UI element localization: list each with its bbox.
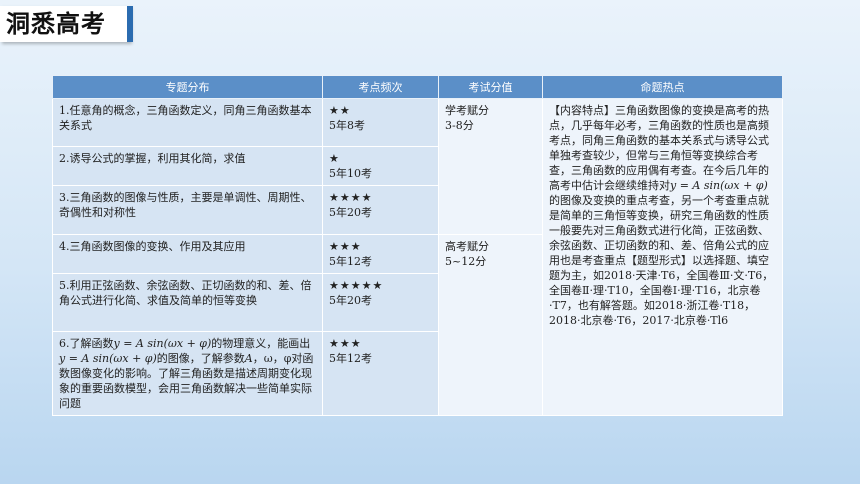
topic-text-c: 的图像，了解参数 xyxy=(156,352,245,365)
frequency-text: 5年12考 xyxy=(329,255,372,268)
frequency-text: 5年8考 xyxy=(329,119,365,132)
header-hotspot: 命题热点 xyxy=(542,75,783,99)
score-cell: 高考赋分 5~12分 xyxy=(438,234,543,416)
title-accent-bar xyxy=(127,6,133,42)
frequency-text: 5年20考 xyxy=(329,294,372,307)
topic-cell: 6.了解函数y = A sin(ωx + φ)的物理意义，能画出y = A si… xyxy=(52,331,323,416)
topic-text-b: 的物理意义，能画出 xyxy=(211,337,311,350)
header-topic: 专题分布 xyxy=(52,75,323,99)
frequency-cell: ★★★ 5年12考 xyxy=(322,331,439,416)
frequency-cell: ★★ 5年8考 xyxy=(322,98,439,147)
frequency-text: 5年10考 xyxy=(329,167,372,180)
topic-cell: 4.三角函数图像的变换、作用及其应用 xyxy=(52,234,323,274)
table-header-row: 专题分布 考点频次 考试分值 命题热点 xyxy=(52,75,783,99)
topic-cell: 3.三角函数的图像与性质，主要是单调性、周期性、奇偶性和对称性 xyxy=(52,185,323,235)
star-rating: ★★★ xyxy=(329,337,362,350)
topic-text-a: 6.了解函数 xyxy=(59,337,114,350)
frequency-text: 5年20考 xyxy=(329,206,372,219)
topic-cell: 1.任意角的概念，三角函数定义，同角三角函数基本关系式 xyxy=(52,98,323,147)
table-row: 1.任意角的概念，三角函数定义，同角三角函数基本关系式 ★★ 5年8考 学考赋分… xyxy=(52,98,783,416)
slide-title: 洞悉高考 xyxy=(6,10,106,38)
frequency-cell: ★★★ 5年12考 xyxy=(322,234,439,274)
header-score: 考试分值 xyxy=(438,75,543,99)
header-frequency: 考点频次 xyxy=(322,75,439,99)
hotspot-formula: y = A sin(ωx + φ) xyxy=(670,179,768,192)
hotspot-cell: 【内容特点】三角函数图像的变换是高考的热点，几乎每年必考，三角函数的性质也是高频… xyxy=(542,98,783,416)
star-rating: ★★★ xyxy=(329,240,362,253)
function-formula: y = A sin(ωx + φ) xyxy=(113,337,212,350)
parameter-symbol: A xyxy=(244,352,253,365)
score-value: 5~12分 xyxy=(445,255,487,268)
score-label: 学考赋分 xyxy=(445,104,489,117)
score-cell: 学考赋分 3-8分 xyxy=(438,98,543,235)
star-rating: ★★★★ xyxy=(329,191,373,204)
frequency-text: 5年12考 xyxy=(329,352,372,365)
star-rating: ★★ xyxy=(329,104,351,117)
topic-cell: 2.诱导公式的掌握，利用其化简，求值 xyxy=(52,146,323,186)
hotspot-text-b: 的图像及变换的重点考查，另一个考查重点就是简单的三角恒等变换，研究三角函数的性质… xyxy=(549,194,774,327)
star-rating: ★★★★★ xyxy=(329,279,384,292)
frequency-cell: ★★★★★ 5年20考 xyxy=(322,273,439,332)
exam-analysis-table: 专题分布 考点频次 考试分值 命题热点 1.任意角的概念，三角函数定义，同角三角… xyxy=(52,75,783,416)
frequency-cell: ★★★★ 5年20考 xyxy=(322,185,439,235)
score-label: 高考赋分 xyxy=(445,240,489,253)
score-value: 3-8分 xyxy=(445,119,474,132)
function-formula: y = A sin(ωx + φ) xyxy=(59,352,157,365)
star-rating: ★ xyxy=(329,152,340,165)
slide-title-box: 洞悉高考 xyxy=(0,6,133,42)
topic-cell: 5.利用正弦函数、余弦函数、正切函数的和、差、倍角公式进行化简、求值及简单的恒等… xyxy=(52,273,323,332)
frequency-cell: ★ 5年10考 xyxy=(322,146,439,186)
